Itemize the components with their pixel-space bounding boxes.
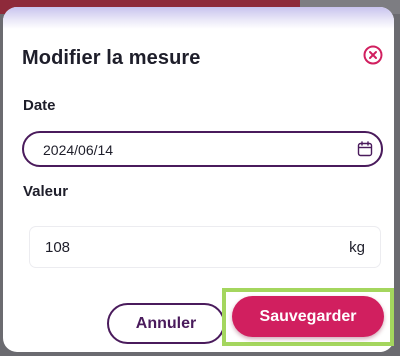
save-button[interactable]: Sauvegarder — [232, 296, 384, 337]
close-button[interactable] — [362, 44, 384, 66]
dialog-header-gradient — [3, 7, 394, 29]
value-label: Valeur — [23, 183, 69, 200]
close-circle-icon — [363, 45, 383, 65]
date-value: 2024/06/14 — [43, 142, 114, 158]
value-input[interactable]: 108 kg — [30, 227, 380, 267]
cancel-button[interactable]: Annuler — [107, 303, 225, 344]
calendar-icon[interactable] — [357, 141, 373, 157]
unit-label: kg — [349, 239, 365, 256]
date-label: Date — [23, 97, 56, 114]
date-field[interactable]: 2024/06/14 — [22, 131, 383, 167]
dialog-title: Modifier la mesure — [22, 47, 201, 69]
value-text: 108 — [45, 239, 71, 256]
